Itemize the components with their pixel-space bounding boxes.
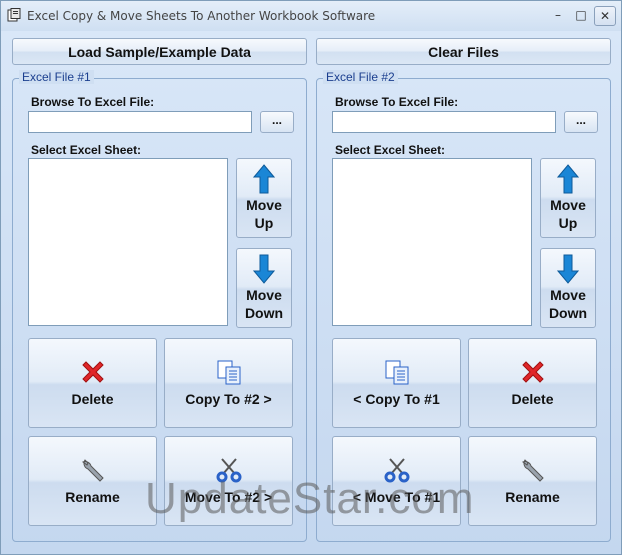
load-sample-button[interactable]: Load Sample/Example Data (12, 38, 307, 65)
rename-label: Rename (65, 489, 120, 505)
browse-input-file-1[interactable] (28, 111, 252, 133)
move-to-1-button[interactable]: < Move To #1 (332, 436, 461, 526)
browse-button-file-1[interactable]: ... (260, 111, 294, 133)
move-down-line2: Down (548, 305, 588, 321)
copy-to-2-label: Copy To #2 > (185, 391, 272, 407)
arrow-down-icon (557, 254, 579, 284)
close-button[interactable]: ✕ (594, 6, 616, 26)
move-to-2-label: Move To #2 > (184, 489, 273, 505)
arrow-up-icon (253, 164, 275, 194)
browse-label-file-2: Browse To Excel File: (335, 95, 459, 109)
rename-button-file-2[interactable]: Rename (468, 436, 597, 526)
move-down-button-file-2[interactable]: Move Down (540, 248, 596, 328)
group-title-file-2: Excel File #2 (323, 70, 398, 84)
move-up-line1: Move (246, 197, 282, 213)
sheet-list-file-1[interactable] (28, 158, 228, 326)
maximize-button[interactable]: □ (570, 6, 592, 26)
group-title-file-1: Excel File #1 (19, 70, 94, 84)
select-sheet-label-file-2: Select Excel Sheet: (335, 143, 446, 157)
copy-to-1-button[interactable]: < Copy To #1 (332, 338, 461, 428)
delete-x-icon (81, 361, 104, 383)
move-down-line1: Move (550, 287, 586, 303)
wrench-icon (81, 459, 104, 482)
copy-documents-icon (217, 360, 240, 385)
app-window: Excel Copy & Move Sheets To Another Work… (0, 0, 622, 555)
arrow-down-icon (253, 254, 275, 284)
window-title: Excel Copy & Move Sheets To Another Work… (27, 9, 376, 23)
move-up-line2: Up (558, 215, 578, 231)
delete-label: Delete (511, 391, 554, 407)
move-up-line1: Move (550, 197, 586, 213)
move-down-button-file-1[interactable]: Move Down (236, 248, 292, 328)
scissors-icon (384, 458, 409, 483)
delete-button-file-2[interactable]: Delete (468, 338, 597, 428)
browse-input-file-2[interactable] (332, 111, 556, 133)
move-up-button-file-1[interactable]: Move Up (236, 158, 292, 238)
rename-button-file-1[interactable]: Rename (28, 436, 157, 526)
scissors-icon (216, 458, 241, 483)
move-up-line2: Up (254, 215, 274, 231)
minimize-button[interactable]: – (547, 6, 569, 26)
select-sheet-label-file-1: Select Excel Sheet: (31, 143, 142, 157)
browse-label-file-1: Browse To Excel File: (31, 95, 155, 109)
move-down-line1: Move (246, 287, 282, 303)
clear-files-button[interactable]: Clear Files (316, 38, 611, 65)
move-up-button-file-2[interactable]: Move Up (540, 158, 596, 238)
copy-to-1-label: < Copy To #1 (353, 391, 440, 407)
rename-label: Rename (505, 489, 560, 505)
copy-to-2-button[interactable]: Copy To #2 > (164, 338, 293, 428)
sheet-list-file-2[interactable] (332, 158, 532, 326)
delete-x-icon (521, 361, 544, 383)
move-to-2-button[interactable]: Move To #2 > (164, 436, 293, 526)
title-bar: Excel Copy & Move Sheets To Another Work… (1, 1, 621, 31)
browse-button-file-2[interactable]: ... (564, 111, 598, 133)
delete-button-file-1[interactable]: Delete (28, 338, 157, 428)
copy-documents-icon (385, 360, 408, 385)
wrench-icon (521, 459, 544, 482)
app-icon (7, 8, 21, 22)
move-to-1-label: < Move To #1 (352, 489, 441, 505)
arrow-up-icon (557, 164, 579, 194)
delete-label: Delete (71, 391, 114, 407)
move-down-line2: Down (244, 305, 284, 321)
